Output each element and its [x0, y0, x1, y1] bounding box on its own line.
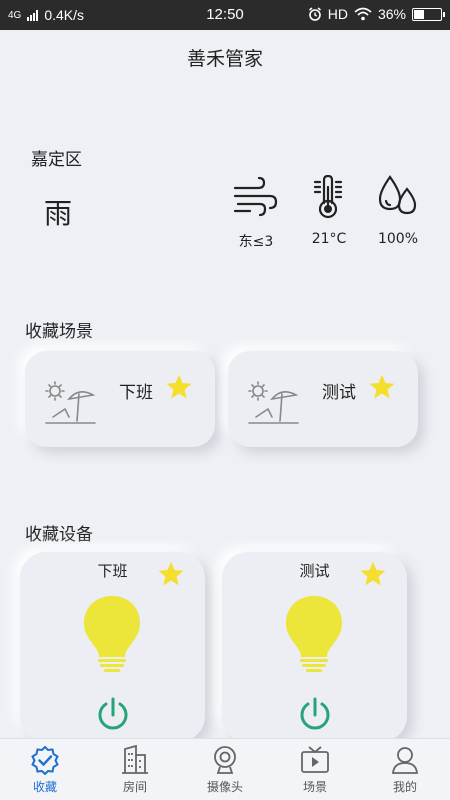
scene-label: 测试 — [322, 383, 356, 403]
favorites-badge-icon — [31, 745, 59, 775]
wifi-icon — [354, 7, 372, 21]
device-card-xiaban[interactable]: 下班 — [20, 552, 205, 742]
nav-label: 场景 — [302, 780, 327, 794]
star-icon[interactable] — [368, 373, 396, 401]
user-icon — [392, 747, 418, 774]
nav-item-rooms[interactable]: 房间 — [90, 739, 180, 800]
battery-percent: 36% — [377, 6, 406, 22]
nav-label: 我的 — [392, 780, 417, 794]
wind-icon — [233, 176, 278, 217]
temperature-value: 21°C — [311, 231, 347, 247]
beach-umbrella-icon — [45, 381, 96, 424]
status-bar: 4G 0.4K/s 12:50 HD 36% — [0, 0, 450, 30]
nav-item-mine[interactable]: 我的 — [360, 739, 450, 800]
favorite-devices-title: 收藏设备 — [25, 525, 93, 545]
scene-label: 下班 — [119, 383, 153, 403]
star-icon[interactable] — [359, 560, 387, 588]
hd-indicator: HD — [327, 6, 348, 22]
power-button-icon[interactable] — [95, 697, 131, 733]
nav-label: 房间 — [122, 780, 147, 794]
favorite-scenes-title: 收藏场景 — [25, 322, 93, 342]
star-icon[interactable] — [157, 560, 185, 588]
wind-info: 东≤3 — [221, 175, 291, 251]
wind-value: 东≤3 — [238, 234, 274, 250]
building-icon — [122, 745, 148, 774]
scene-card-xiaban[interactable]: 下班 — [25, 351, 215, 447]
nav-label: 收藏 — [32, 780, 57, 794]
nav-item-cameras[interactable]: 摄像头 — [180, 739, 270, 800]
nav-item-scenes[interactable]: 场景 — [270, 739, 360, 800]
bottom-nav: 收藏 房间 摄像头 场景 我的 — [0, 738, 450, 800]
weather-condition: 雨 — [44, 197, 73, 230]
humidity-value: 100% — [377, 231, 419, 247]
page-title: 善禾管家 — [186, 48, 263, 70]
thermometer-icon — [313, 175, 343, 219]
beach-umbrella-icon — [248, 381, 299, 424]
humidity-info: 100% — [363, 175, 433, 247]
battery-icon — [412, 7, 445, 21]
alarm-clock-icon — [308, 7, 321, 21]
light-bulb-icon — [84, 596, 140, 672]
scene-card-ceshi[interactable]: 测试 — [228, 351, 418, 447]
weather-location: 嘉定区 — [31, 150, 82, 170]
light-bulb-icon — [286, 596, 342, 672]
star-icon[interactable] — [165, 373, 193, 401]
humidity-drops-icon — [378, 175, 417, 215]
nav-item-favorites[interactable]: 收藏 — [0, 739, 90, 800]
power-button-icon[interactable] — [297, 697, 333, 733]
nav-label: 摄像头 — [206, 780, 243, 794]
temperature-info: 21°C — [294, 175, 364, 247]
camera-icon — [214, 746, 236, 774]
tv-play-icon — [301, 746, 329, 773]
device-card-ceshi[interactable]: 测试 — [222, 552, 407, 742]
